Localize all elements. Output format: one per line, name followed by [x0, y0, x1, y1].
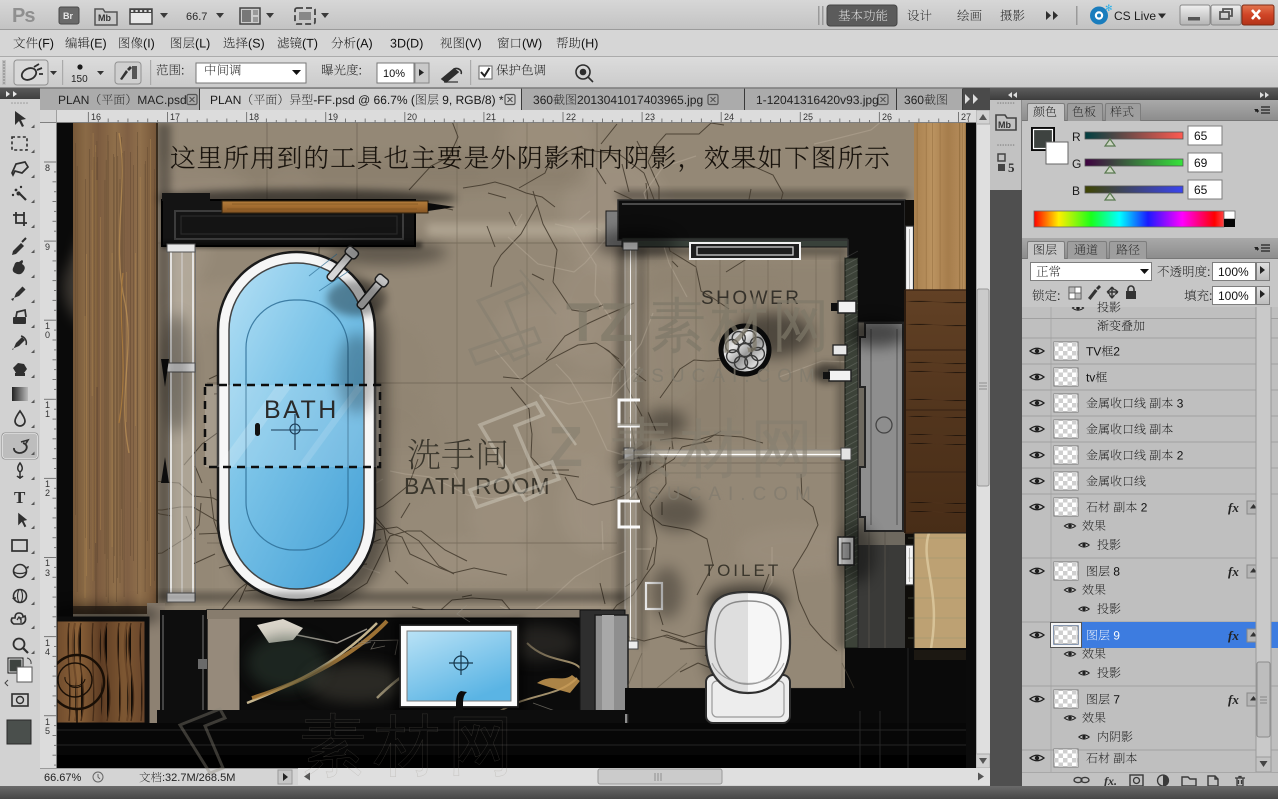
svg-text:TZ: TZ [566, 291, 633, 353]
svg-text:TZSUCAI.COM: TZSUCAI.COM [610, 484, 818, 505]
svg-text:SHOWER: SHOWER [701, 288, 802, 309]
svg-text:TZSUCAI.COM: TZSUCAI.COM [614, 366, 822, 387]
svg-text:TOILET: TOILET [704, 561, 781, 580]
svg-text:BATH: BATH [264, 396, 339, 424]
